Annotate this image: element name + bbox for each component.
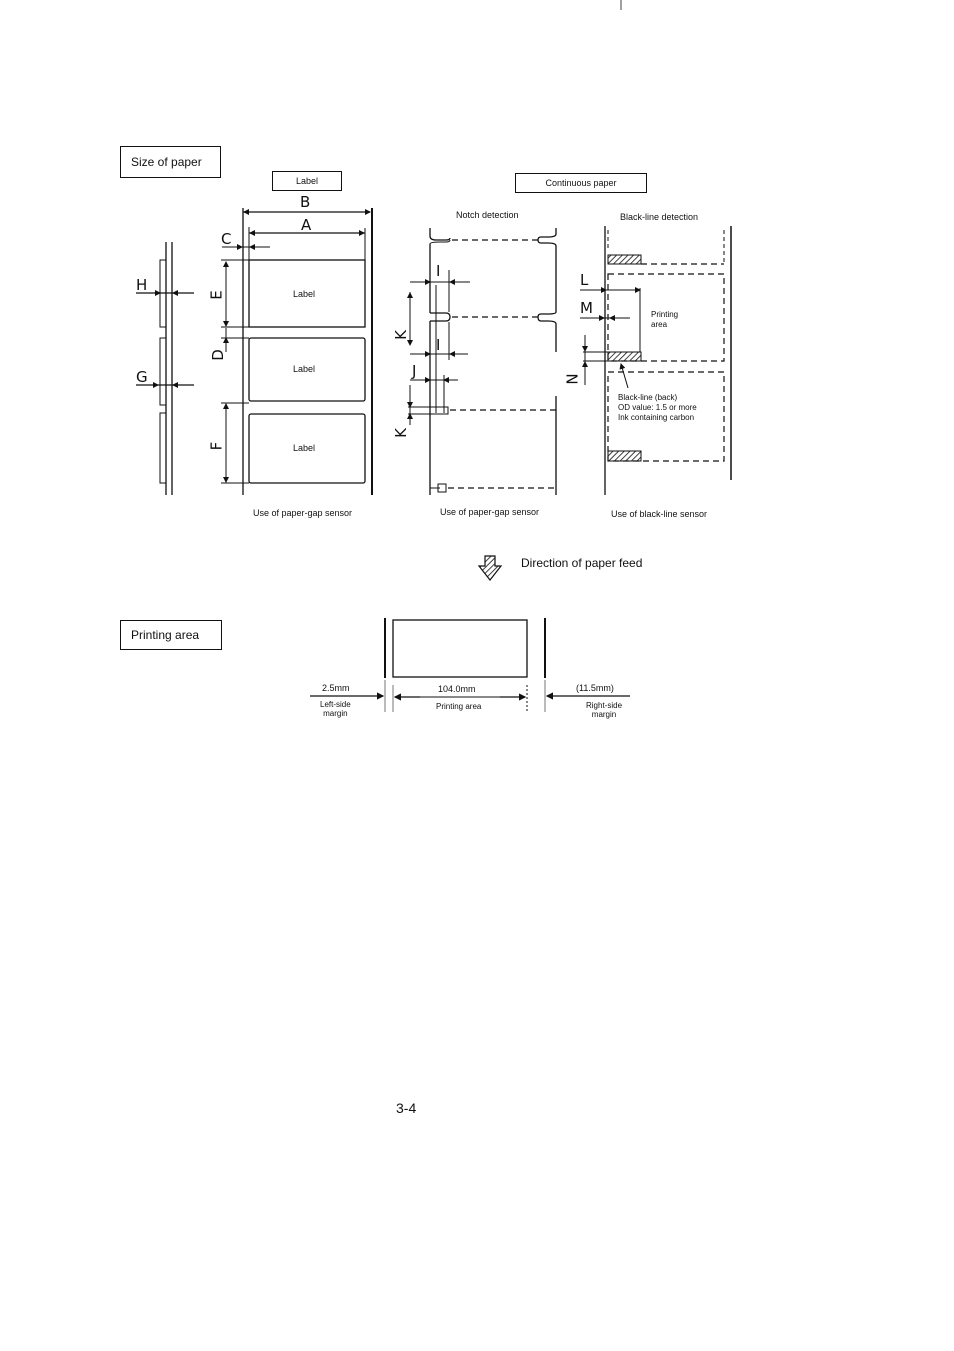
dim-d: D (208, 349, 227, 361)
diagram-lines (136, 0, 732, 712)
down-arrow-icon (477, 555, 503, 581)
right-margin-label: Right-side margin (586, 701, 622, 719)
right-margin-label-line: margin (591, 710, 617, 719)
dim-i-top: I (436, 262, 441, 280)
print-width-value: 104.0mm (438, 684, 476, 694)
black-line-note: Black-line (back) OD value: 1.5 or more … (618, 393, 697, 423)
left-margin-label-line: margin (323, 709, 348, 718)
notch-detection-label: Notch detection (456, 210, 519, 220)
black-line-note-line: OD value: 1.5 or more (618, 403, 697, 412)
printing-area-label: Printing area (651, 310, 679, 329)
dim-g: G (136, 368, 148, 386)
dim-c: C (221, 230, 232, 248)
dim-m: M (580, 299, 593, 317)
label-3: Label (293, 443, 316, 453)
dim-f: F (207, 441, 226, 451)
heading-text: Printing area (131, 628, 200, 642)
heading-text: Size of paper (131, 155, 202, 169)
left-margin-label-line: Left-side (320, 700, 351, 709)
left-margin-value: 2.5mm (322, 683, 350, 693)
label-type-box: Label (272, 171, 342, 191)
left-margin-label: Left-side margin (320, 700, 351, 718)
page-number: 3-4 (396, 1100, 417, 1116)
caption-black-line: Use of black-line sensor (611, 509, 708, 519)
black-line-note-line: Ink containing carbon (618, 413, 695, 422)
printing-area-heading: Printing area (120, 620, 222, 650)
dim-b: B (300, 193, 311, 211)
caption-paper-gap-label: Use of paper-gap sensor (253, 508, 353, 518)
size-of-paper-heading: Size of paper (120, 146, 221, 178)
dim-a: A (301, 216, 312, 234)
caption-paper-gap-continuous: Use of paper-gap sensor (440, 507, 540, 517)
dim-l: L (580, 271, 589, 289)
feed-direction-label: Direction of paper feed (521, 556, 643, 570)
dim-i-bottom: I (436, 336, 441, 354)
dim-h: H (136, 276, 148, 294)
continuous-paper-text: Continuous paper (545, 178, 617, 188)
black-line-detection-label: Black-line detection (620, 212, 699, 222)
continuous-paper-box: Continuous paper (515, 173, 647, 193)
dim-k-bottom: K (391, 428, 410, 438)
label-type-text: Label (295, 176, 319, 186)
dim-k-top: K (391, 330, 410, 340)
print-width-label: Printing area (436, 702, 482, 711)
right-margin-label-line: Right-side (586, 701, 623, 710)
dim-j: J (412, 362, 417, 380)
dim-e: E (207, 290, 226, 300)
label-2: Label (293, 364, 316, 374)
dim-n: N (563, 373, 582, 385)
black-line-note-line: Black-line (back) (618, 393, 678, 402)
right-margin-value: (11.5mm) (576, 683, 614, 693)
label-1: Label (293, 289, 316, 299)
